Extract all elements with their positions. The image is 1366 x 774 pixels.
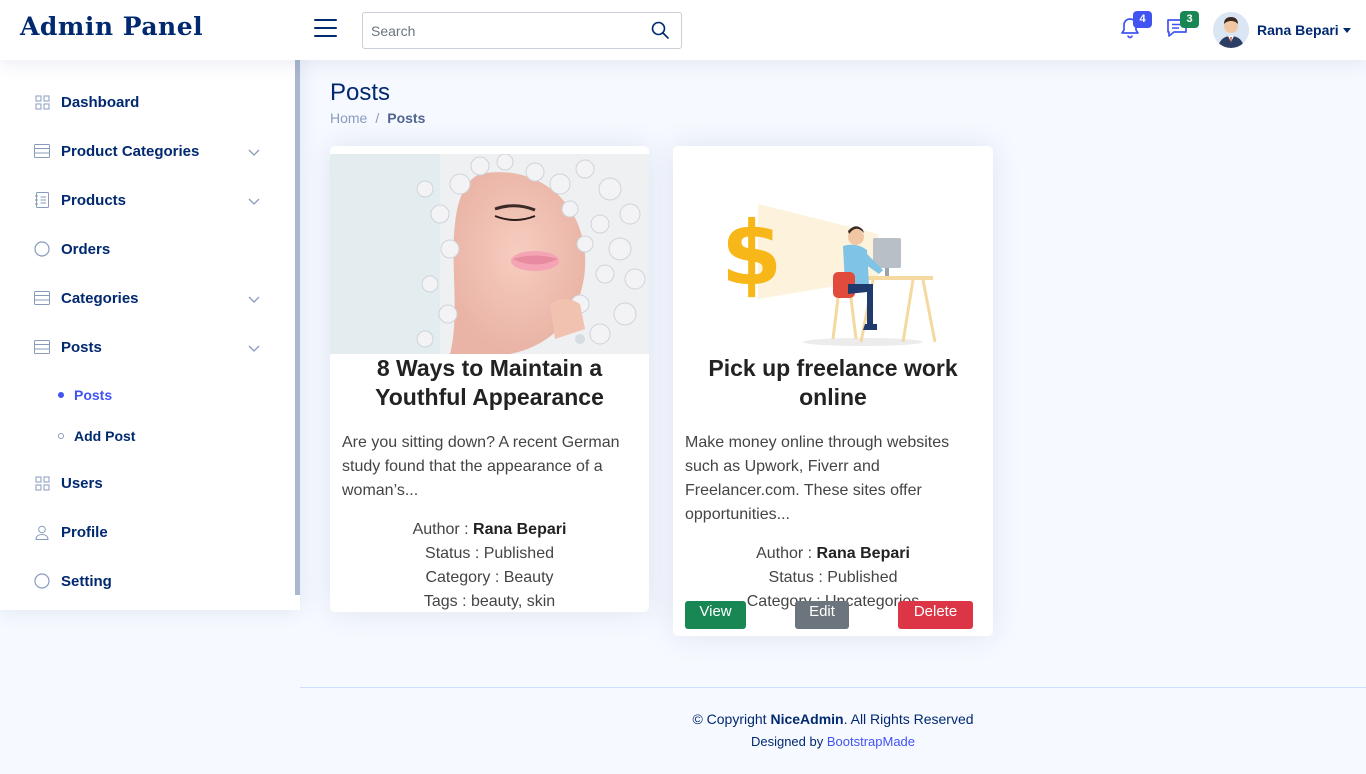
svg-text:$: $ xyxy=(721,202,782,305)
circle-dot-icon xyxy=(58,433,64,439)
search-input[interactable] xyxy=(363,13,643,48)
profile-name: Rana Bepari xyxy=(1257,22,1339,38)
delete-button-label: Delete xyxy=(913,603,958,620)
post-actions: View Edit Delete xyxy=(685,601,973,629)
sidebar: Dashboard Product Categories Products Or… xyxy=(0,60,300,610)
breadcrumb-separator: / xyxy=(375,110,380,126)
sidebar-item-label: Product Categories xyxy=(61,142,200,160)
journal-icon xyxy=(34,192,50,208)
post-title[interactable]: 8 Ways to Maintain a Youthful Appearance xyxy=(330,354,649,412)
grid-icon xyxy=(34,475,50,491)
sidebar-item-label: Orders xyxy=(61,240,111,258)
sidebar-subitem-label: Add Post xyxy=(74,428,136,444)
post-tags: Tags : beauty, skin xyxy=(423,593,556,610)
circle-icon xyxy=(34,573,50,589)
post-image-beauty xyxy=(330,154,649,354)
post-excerpt: Are you sitting down? A recent German st… xyxy=(342,434,620,499)
layout-icon xyxy=(34,290,50,306)
post-author: Author : Rana Bepari xyxy=(330,518,649,542)
copyright-suffix: . All Rights Reserved xyxy=(843,711,974,727)
avatar xyxy=(1213,12,1249,48)
menu-bar xyxy=(314,27,337,29)
top-header: Admin Panel 4 3 Rana Bepari xyxy=(0,0,1366,60)
designed-by: Designed by BootstrapMade xyxy=(300,734,1366,749)
sidebar-item-label: Dashboard xyxy=(61,93,140,111)
copyright-prefix: © Copyright xyxy=(692,711,771,727)
post-author: Author : Rana Bepari xyxy=(673,542,993,566)
breadcrumb-home-link[interactable]: Home xyxy=(330,110,367,126)
footer: © Copyright NiceAdmin. All Rights Reserv… xyxy=(300,687,1366,774)
messages-chat-icon[interactable]: 3 xyxy=(1165,11,1199,42)
post-status: Status : Published xyxy=(425,545,554,562)
post-excerpt: Make money online through websites such … xyxy=(685,434,950,523)
edit-button[interactable]: Edit xyxy=(795,601,849,629)
sidebar-subitem-posts[interactable]: Posts xyxy=(58,382,112,408)
post-author-name: Rana Bepari xyxy=(473,521,567,538)
sidebar-item-profile[interactable]: Profile xyxy=(20,512,280,552)
view-button-label: View xyxy=(699,603,732,620)
post-author-label: Author : xyxy=(412,521,474,538)
sidebar-item-label: Users xyxy=(61,474,103,492)
brand-name: NiceAdmin xyxy=(770,711,844,727)
breadcrumb: Home / Posts xyxy=(330,110,425,126)
sidebar-item-label: Profile xyxy=(61,523,108,541)
sidebar-item-label: Setting xyxy=(61,572,112,590)
app-logo[interactable]: Admin Panel xyxy=(20,12,203,41)
active-dot-icon xyxy=(58,392,64,398)
sidebar-item-posts[interactable]: Posts xyxy=(20,327,280,367)
profile-dropdown[interactable]: Rana Bepari xyxy=(1213,12,1351,48)
sidebar-item-dashboard[interactable]: Dashboard xyxy=(20,82,280,122)
notifications-bell-icon[interactable]: 4 xyxy=(1118,11,1152,42)
chevron-down-icon xyxy=(248,292,260,304)
sidebar-item-setting[interactable]: Setting xyxy=(20,561,280,601)
notifications-badge: 4 xyxy=(1133,11,1152,28)
sidebar-subitem-add-post[interactable]: Add Post xyxy=(58,423,135,449)
breadcrumb-current: Posts xyxy=(387,110,426,126)
grid-icon xyxy=(34,94,50,110)
layout-icon xyxy=(34,143,50,159)
person-icon xyxy=(34,524,50,540)
post-category: Category : Beauty xyxy=(425,569,554,586)
sidebar-item-label: Products xyxy=(61,191,127,209)
post-image-freelance: $ xyxy=(673,154,993,354)
view-button[interactable]: View xyxy=(685,601,746,629)
post-title[interactable]: Pick up freelance work online xyxy=(673,354,993,412)
menu-bar xyxy=(314,19,337,21)
post-status: Status : Published xyxy=(768,569,898,586)
designed-by-label: Designed by xyxy=(750,734,827,749)
sidebar-item-users[interactable]: Users xyxy=(20,463,280,503)
circle-icon xyxy=(34,241,50,257)
sidebar-item-orders[interactable]: Orders xyxy=(20,229,280,269)
sidebar-item-label: Posts xyxy=(61,338,102,356)
menu-bar xyxy=(314,35,337,37)
designer-link[interactable]: BootstrapMade xyxy=(827,734,915,749)
sidebar-scrollbar[interactable] xyxy=(295,60,300,595)
post-card: 8 Ways to Maintain a Youthful Appearance… xyxy=(330,146,649,612)
sidebar-item-label: Categories xyxy=(61,289,139,307)
chevron-down-icon xyxy=(248,341,260,353)
copyright: © Copyright NiceAdmin. All Rights Reserv… xyxy=(300,711,1366,727)
sidebar-item-categories[interactable]: Categories xyxy=(20,278,280,318)
chevron-down-icon xyxy=(248,145,260,157)
edit-button-label: Edit xyxy=(809,603,835,620)
search-bar xyxy=(362,12,682,49)
sidebar-item-product-categories[interactable]: Product Categories xyxy=(20,131,280,171)
post-author-name: Rana Bepari xyxy=(816,545,910,562)
chevron-down-icon xyxy=(1342,27,1351,33)
post-author-label: Author : xyxy=(756,545,817,562)
messages-badge: 3 xyxy=(1180,11,1199,28)
delete-button[interactable]: Delete xyxy=(898,601,973,629)
sidebar-subitem-label: Posts xyxy=(74,387,113,403)
sidebar-item-products[interactable]: Products xyxy=(20,180,280,220)
post-card: $ Pick up freelance work online Make mon… xyxy=(673,146,993,636)
post-meta: Author : Rana Bepari Status : Published … xyxy=(330,518,649,612)
sidebar-toggle-button[interactable] xyxy=(314,19,337,40)
page-title: Posts xyxy=(330,79,391,106)
chevron-down-icon xyxy=(248,194,260,206)
search-icon[interactable] xyxy=(651,21,671,41)
layout-icon xyxy=(34,339,50,355)
